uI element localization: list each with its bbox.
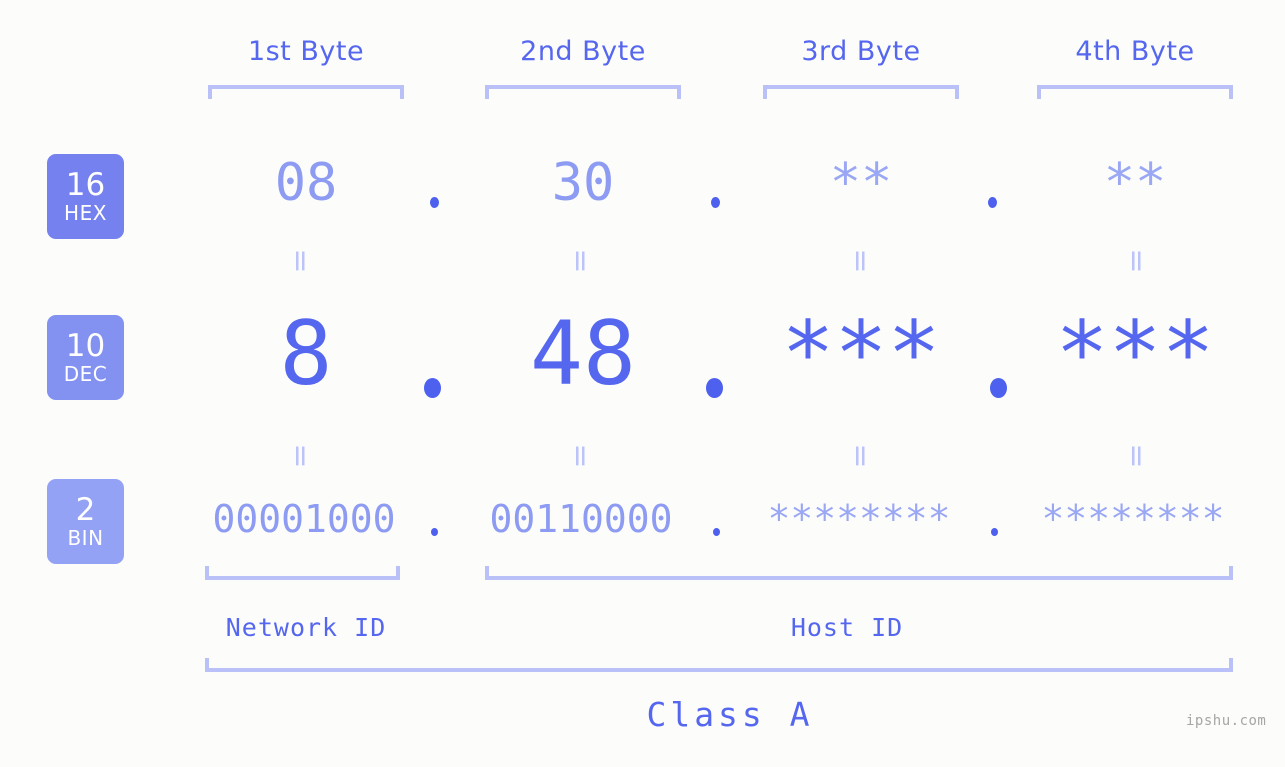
equals-marker-hex-dec-4: = [1119, 248, 1154, 274]
hex-value-byte-1: 08 [274, 153, 338, 213]
hex-separator-dot-2 [711, 197, 720, 208]
base-badge-dec-name: DEC [63, 362, 108, 386]
class-label: Class A [646, 695, 814, 734]
bin-value-byte-1: 00001000 [212, 497, 396, 541]
hex-value-byte-3: ** [829, 153, 893, 213]
class-bracket [205, 658, 1233, 672]
hex-value-byte-2: 30 [551, 153, 615, 213]
bin-separator-dot-2 [713, 528, 720, 536]
byte-header-3: 3rd Byte [801, 36, 921, 67]
bin-separator-dot-3 [991, 528, 998, 536]
hex-separator-dot-3 [988, 197, 997, 208]
base-badge-bin-number: 2 [75, 492, 96, 528]
equals-marker-dec-bin-3: = [843, 443, 878, 469]
equals-marker-hex-dec-1: = [283, 248, 318, 274]
hex-value-byte-4: ** [1103, 153, 1167, 213]
equals-marker-hex-dec-3: = [843, 248, 878, 274]
network-id-bracket [205, 566, 400, 580]
bin-value-byte-4: ******** [1041, 497, 1225, 541]
equals-marker-dec-bin-4: = [1119, 443, 1154, 469]
equals-marker-hex-dec-2: = [563, 248, 598, 274]
dec-separator-dot-2 [706, 378, 723, 398]
byte-bracket-1 [208, 85, 404, 99]
byte-bracket-2 [485, 85, 681, 99]
base-badge-dec: 10 DEC [47, 315, 124, 400]
base-badge-hex-name: HEX [64, 201, 107, 225]
host-id-label: Host ID [790, 613, 904, 642]
byte-bracket-3 [763, 85, 959, 99]
dec-value-byte-4: *** [1055, 302, 1215, 405]
watermark: ipshu.com [1186, 713, 1267, 729]
hex-separator-dot-1 [430, 197, 439, 208]
byte-header-1: 1st Byte [247, 36, 365, 67]
byte-bracket-4 [1037, 85, 1233, 99]
base-badge-dec-number: 10 [65, 328, 106, 364]
network-id-label: Network ID [225, 613, 387, 642]
dec-separator-dot-3 [990, 378, 1007, 398]
dec-value-byte-3: *** [781, 302, 941, 405]
base-badge-bin-name: BIN [67, 526, 104, 550]
dec-value-byte-1: 8 [279, 302, 333, 405]
equals-marker-dec-bin-2: = [563, 443, 598, 469]
equals-marker-dec-bin-1: = [283, 443, 318, 469]
bin-separator-dot-1 [431, 528, 438, 536]
host-id-bracket [485, 566, 1233, 580]
byte-header-4: 4th Byte [1075, 36, 1195, 67]
base-badge-hex-number: 16 [65, 167, 106, 203]
ip-address-breakdown-diagram: 1st Byte 2nd Byte 3rd Byte 4th Byte 16 H… [0, 0, 1285, 767]
base-badge-hex: 16 HEX [47, 154, 124, 239]
dec-value-byte-2: 48 [530, 302, 636, 405]
bin-value-byte-3: ******** [767, 497, 951, 541]
byte-header-2: 2nd Byte [520, 36, 646, 67]
base-badge-bin: 2 BIN [47, 479, 124, 564]
bin-value-byte-2: 00110000 [489, 497, 673, 541]
dec-separator-dot-1 [424, 378, 441, 398]
